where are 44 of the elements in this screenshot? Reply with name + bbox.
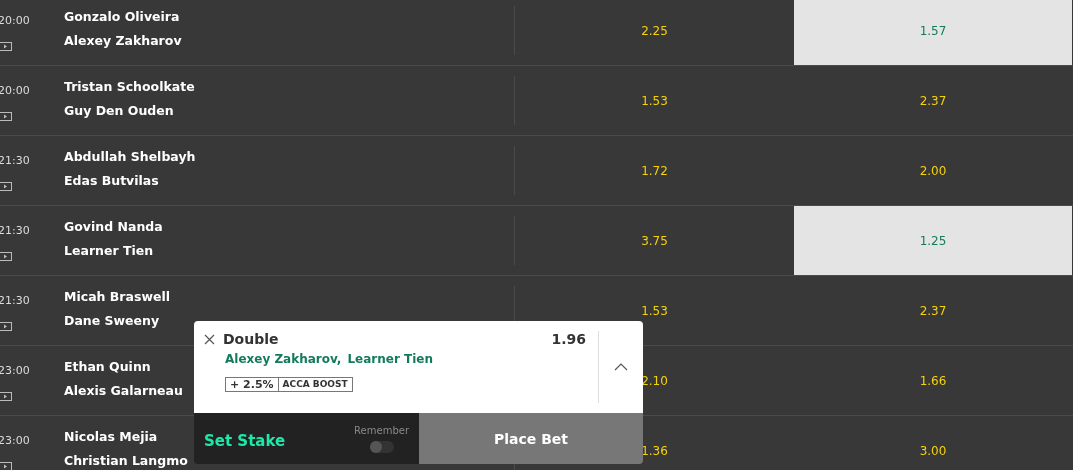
player-name: Micah Braswell [64,289,170,304]
video-icon [0,182,12,191]
player-name: Gonzalo Oliveira [64,9,180,24]
player-name: Edas Butvilas [64,173,159,188]
odds-button[interactable]: 1.25 [794,206,1072,275]
odds-button[interactable]: 2.37 [794,276,1072,345]
odds-button[interactable]: 2.25 [515,0,794,65]
video-icon [0,322,12,331]
player-name: Guy Den Ouden [64,103,174,118]
odds-button[interactable]: 2.00 [794,136,1072,205]
video-icon [0,112,12,121]
player-name: Tristan Schoolkate [64,79,195,94]
chevron-icon [614,363,628,371]
boost-percent: + 2.5% [226,378,279,391]
odds-button[interactable]: 1.57 [794,0,1072,65]
player-name: Alexis Galarneau [64,383,183,398]
odds-button[interactable]: 1.53 [515,66,794,135]
player-name: Abdullah Shelbayh [64,149,196,164]
video-icon [0,42,12,51]
boost-label: ACCA BOOST [281,378,349,391]
video-icon [0,462,12,470]
odds-button[interactable]: 1.72 [515,136,794,205]
remember-label: Remember [354,424,409,436]
total-odds: 1.96 [551,331,586,347]
video-icon [0,392,12,401]
bet-type: Double [223,331,279,347]
odds-button[interactable]: 1.66 [794,346,1072,415]
player-name: Alexey Zakharov [64,33,182,48]
player-name: Govind Nanda [64,219,163,234]
video-icon [0,252,12,261]
place-bet-button[interactable]: Place Bet [419,413,643,464]
player-name: Learner Tien [64,243,154,258]
odds-button[interactable]: 3.00 [794,416,1072,470]
odds-button[interactable]: 2.37 [794,66,1072,135]
selection-name: Alexey Zakharov, [225,352,342,366]
close-icon[interactable] [204,333,215,345]
player-name: Dane Sweeny [64,313,160,328]
remember-toggle[interactable] [369,440,394,453]
selection-name: Learner Tien [347,352,433,366]
odds-button[interactable]: 3.75 [515,206,794,275]
set-stake-field[interactable]: Set Stake [204,431,286,450]
player-name: Ethan Quinn [64,359,151,374]
player-name: Christian Langmo [64,453,188,468]
player-name: Nicolas Mejia [64,429,158,444]
